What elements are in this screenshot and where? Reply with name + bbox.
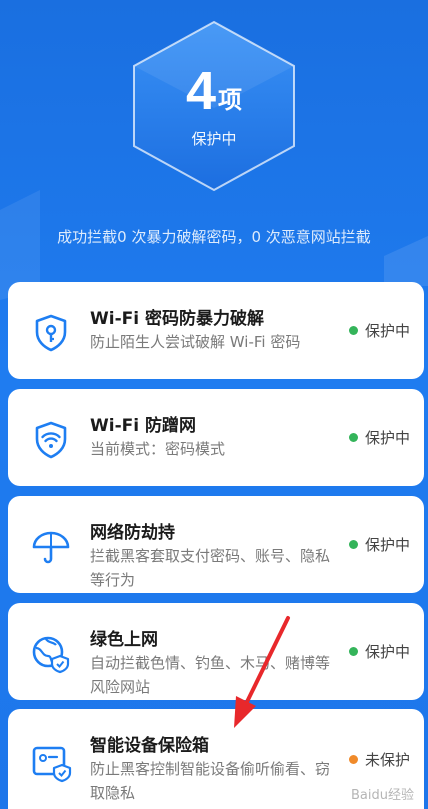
card-description: 防止黑客控制智能设备偷听偷看、窃取隐私 (90, 760, 331, 802)
protected-count: 4 (185, 60, 217, 121)
annotation-arrow-icon (234, 616, 290, 728)
card-green-browsing[interactable]: 绿色上网 自动拦截色情、钓鱼、木马、赌博等风险网站 保护中 (8, 603, 424, 700)
status-badge: 保护中 (348, 534, 410, 555)
card-title: 绿色上网 (90, 630, 158, 650)
status-dot (348, 755, 358, 764)
status-label: 保护中 (364, 536, 410, 554)
status-dot (348, 540, 358, 549)
protected-count-unit: 项 (218, 85, 243, 114)
wifi-shield-icon (35, 421, 67, 459)
card-wifi-brute-force[interactable]: Wi-Fi 密码防暴力破解 防止陌生人尝试破解 Wi-Fi 密码 保护中 (8, 282, 424, 379)
card-description: 自动拦截色情、钓鱼、木马、赌博等风险网站 (90, 654, 331, 696)
umbrella-icon (32, 531, 70, 564)
status-label: 保护中 (364, 429, 410, 447)
status-label: 保护中 (364, 322, 410, 340)
status-dot (348, 433, 358, 442)
status-dot (348, 647, 358, 656)
card-description: 当前模式：密码模式 (90, 440, 226, 458)
protection-status: 保护中 (191, 129, 237, 148)
globe-shield-icon (32, 636, 70, 674)
card-title: 智能设备保险箱 (90, 736, 209, 756)
status-badge: 保护中 (348, 427, 410, 448)
status-label: 未保护 (364, 751, 410, 769)
device-shield-icon (32, 746, 72, 783)
status-badge: 保护中 (348, 320, 410, 341)
card-anti-hijack[interactable]: 网络防劫持 拦截黑客套取支付密码、账号、隐私等行为 保护中 (8, 496, 424, 593)
card-description: 拦截黑客套取支付密码、账号、隐私等行为 (90, 547, 331, 589)
hexagon-badge: 4 项 保护中 (124, 18, 304, 194)
card-title: 网络防劫持 (90, 523, 175, 543)
protection-summary: 4 项 保护中 成功拦截0 次暴力破解密码，0 次恶意网站拦截 (0, 0, 428, 270)
card-title: Wi-Fi 防蹭网 (90, 416, 196, 436)
shield-key-icon (35, 314, 67, 352)
card-description: 防止陌生人尝试破解 Wi-Fi 密码 (90, 333, 301, 351)
card-wifi-anti-leech[interactable]: Wi-Fi 防蹭网 当前模式：密码模式 保护中 (8, 389, 424, 486)
status-badge: 保护中 (348, 641, 410, 662)
status-dot (348, 326, 358, 335)
interception-stats: 成功拦截0 次暴力破解密码，0 次恶意网站拦截 (57, 228, 371, 246)
card-title: Wi-Fi 密码防暴力破解 (90, 309, 264, 329)
watermark: Baidu经验 (351, 788, 414, 803)
status-label: 保护中 (364, 643, 410, 661)
status-badge: 未保护 (348, 749, 410, 770)
